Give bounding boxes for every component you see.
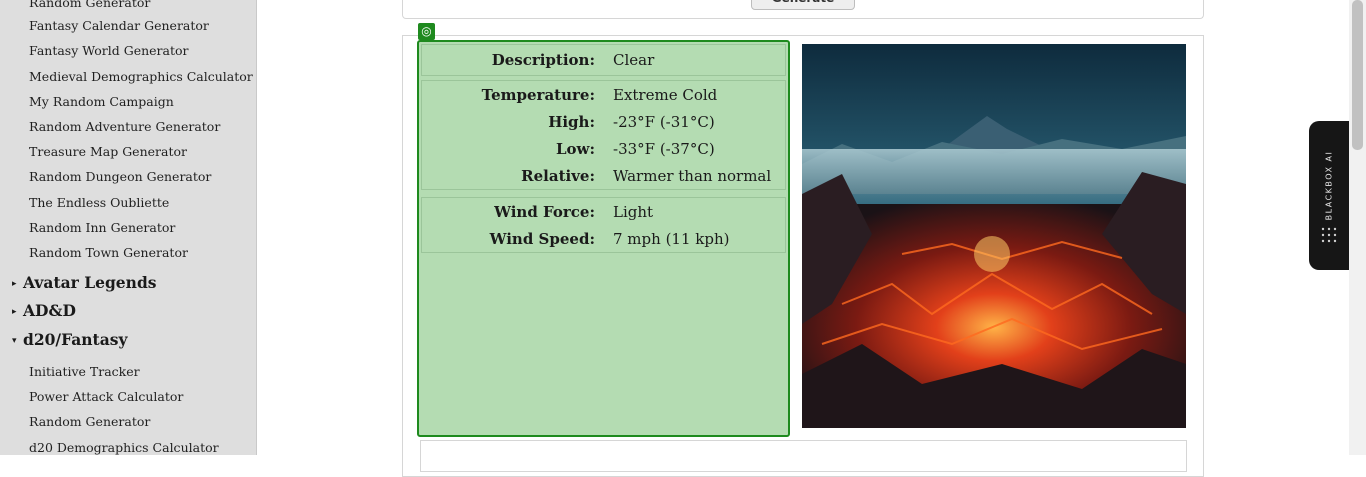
sidebar-link-random-dungeon-generator[interactable]: Random Dungeon Generator [29,169,211,185]
high-row: High: -23°F (-31°C) [422,109,785,136]
sidebar-category-label: Avatar Legends [23,273,157,292]
temperature-label: Temperature: [481,86,595,104]
wind-speed-value: 7 mph (11 kph) [613,230,730,248]
sidebar-link-fantasy-world-generator[interactable]: Fantasy World Generator [29,43,189,59]
description-row: Description: Clear [422,47,785,74]
sidebar-link-random-generator-d20[interactable]: Random Generator [29,414,150,430]
wind-force-value: Light [613,203,654,221]
description-group: Description: Clear [421,44,786,76]
sidebar: Random Generator Fantasy Calendar Genera… [0,0,257,455]
blackbox-ai-tab[interactable]: BLACKBOX AI [1309,121,1349,270]
sidebar-category-label: AD&D [23,301,76,320]
volcanic-landscape-illustration [802,44,1186,428]
relative-row: Relative: Warmer than normal [422,163,785,190]
sidebar-link-d20-demographics-calculator[interactable]: d20 Demographics Calculator [29,440,219,455]
target-icon[interactable]: ◎ [418,23,435,40]
sidebar-link-initiative-tracker[interactable]: Initiative Tracker [29,364,140,380]
high-value: -23°F (-31°C) [613,113,715,131]
sidebar-link-my-random-campaign[interactable]: My Random Campaign [29,94,174,110]
blackbox-ai-label: BLACKBOX AI [1324,150,1334,221]
sidebar-link-random-generator[interactable]: Random Generator [29,0,150,11]
generator-controls-panel: Generate [402,0,1204,19]
sidebar-category-d20-fantasy[interactable]: ▾ d20/Fantasy [12,330,127,351]
sidebar-link-random-adventure-generator[interactable]: Random Adventure Generator [29,119,220,135]
sidebar-link-random-town-generator[interactable]: Random Town Generator [29,245,188,261]
details-box [420,440,1187,472]
sidebar-link-random-inn-generator[interactable]: Random Inn Generator [29,220,175,236]
sidebar-link-power-attack-calculator[interactable]: Power Attack Calculator [29,389,183,405]
caret-down-icon: ▾ [12,336,17,346]
relative-label: Relative: [521,167,595,185]
weather-card: Description: Clear Temperature: Extreme … [417,40,790,437]
sidebar-category-label: d20/Fantasy [23,330,128,349]
high-label: High: [548,113,595,131]
temperature-group: Temperature: Extreme Cold High: -23°F (-… [421,80,786,190]
sidebar-link-treasure-map-generator[interactable]: Treasure Map Generator [29,144,187,160]
caret-right-icon: ▸ [12,279,17,289]
low-value: -33°F (-37°C) [613,140,715,158]
sidebar-link-the-endless-oubliette[interactable]: The Endless Oubliette [29,195,169,211]
wind-speed-row: Wind Speed: 7 mph (11 kph) [422,226,785,253]
sidebar-link-fantasy-calendar-generator[interactable]: Fantasy Calendar Generator [29,18,209,34]
generate-button[interactable]: Generate [751,0,855,10]
wind-force-row: Wind Force: Light [422,199,785,226]
low-label: Low: [555,140,595,158]
wind-speed-label: Wind Speed: [489,230,595,248]
weather-landscape-image [802,44,1186,428]
description-value: Clear [613,51,655,69]
page-scrollbar[interactable] [1349,0,1366,455]
description-label: Description: [491,51,595,69]
low-row: Low: -33°F (-37°C) [422,136,785,163]
sidebar-category-add[interactable]: ▸ AD&D [12,301,76,322]
scrollbar-thumb[interactable] [1352,0,1363,150]
wind-group: Wind Force: Light Wind Speed: 7 mph (11 … [421,197,786,253]
temperature-value: Extreme Cold [613,86,718,104]
wind-force-label: Wind Force: [494,203,595,221]
caret-right-icon: ▸ [12,307,17,317]
temperature-row: Temperature: Extreme Cold [422,82,785,109]
blackbox-logo-icon [1321,227,1337,243]
relative-value: Warmer than normal [613,167,772,185]
sidebar-category-avatar-legends[interactable]: ▸ Avatar Legends [12,273,157,294]
sidebar-link-medieval-demographics-calculator[interactable]: Medieval Demographics Calculator [29,69,253,85]
